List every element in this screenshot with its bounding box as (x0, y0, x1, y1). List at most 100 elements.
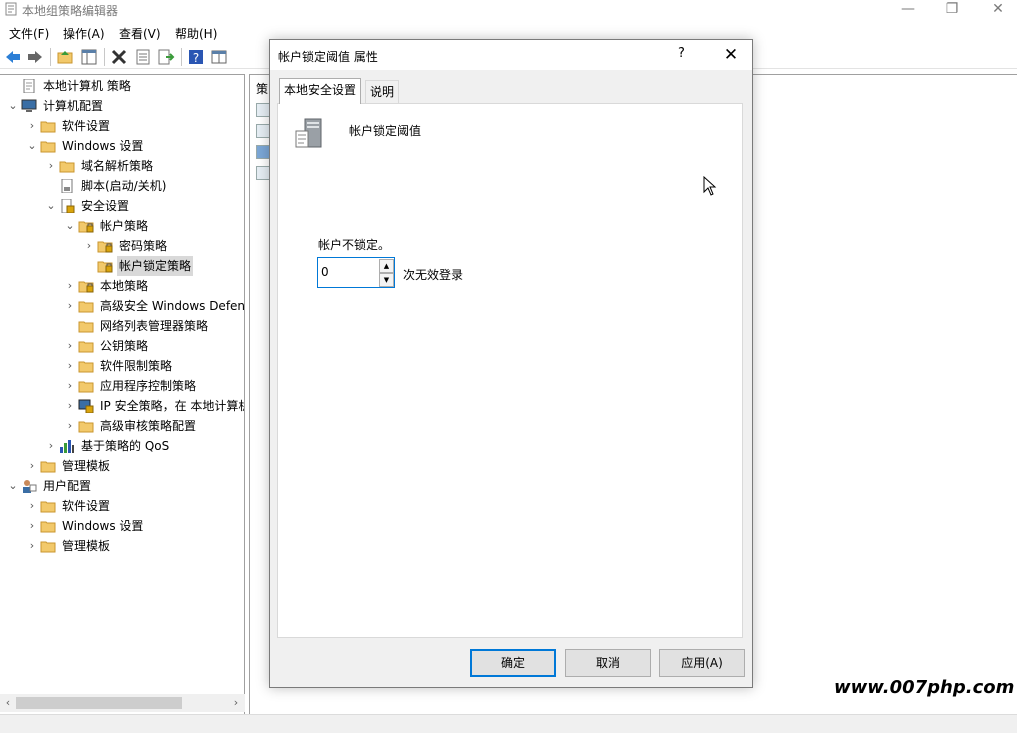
menu-help[interactable]: 帮助(H) (175, 25, 217, 42)
tree-item[interactable]: › 管理模板 (26, 536, 244, 556)
properties-icon[interactable] (134, 48, 152, 66)
tree-item[interactable]: › 密码策略 (83, 236, 244, 256)
scroll-right-arrow-icon[interactable]: › (229, 695, 243, 711)
tree-item-label: 软件设置 (62, 499, 111, 513)
tree-item[interactable]: › 高级审核策略配置 (64, 416, 244, 436)
ip-security-icon (78, 399, 94, 414)
menu-file[interactable]: 文件(F) (9, 25, 49, 42)
collapse-chevron-icon[interactable]: ⌄ (45, 196, 57, 216)
help-icon[interactable]: ? (187, 48, 205, 66)
tree-item[interactable]: › 本地策略 (64, 276, 244, 296)
tree-item-label: 域名解析策略 (81, 159, 154, 173)
expand-chevron-icon[interactable]: › (64, 376, 76, 396)
tree-item[interactable]: ⌄ Windows 设置 (26, 136, 244, 156)
expand-chevron-icon[interactable]: › (45, 156, 57, 176)
expand-chevron-icon[interactable]: › (26, 496, 38, 516)
tree-item[interactable]: › 软件设置 (26, 116, 244, 136)
apply-button[interactable]: 应用(A) (659, 649, 745, 677)
threshold-spinbox[interactable]: ▲ ▼ (317, 257, 395, 288)
show-hide-tree-icon[interactable] (80, 48, 98, 66)
tree-item[interactable]: 脚本(启动/关机) (45, 176, 244, 196)
help-button[interactable]: ? (678, 46, 685, 61)
policy-item-icon[interactable] (256, 145, 270, 159)
spin-down-icon[interactable]: ▼ (379, 273, 394, 287)
spin-up-icon[interactable]: ▲ (379, 259, 394, 273)
scroll-left-arrow-icon[interactable]: ‹ (1, 695, 15, 711)
tree-item-label: 帐户策略 (100, 219, 149, 233)
threshold-input[interactable] (321, 263, 376, 281)
expand-chevron-icon[interactable]: › (26, 536, 38, 556)
tree-item-label: 高级审核策略配置 (100, 419, 197, 433)
tree-item[interactable]: › 高级安全 Windows Defen (64, 296, 244, 316)
folder-icon (40, 459, 56, 473)
collapse-chevron-icon[interactable]: ⌄ (7, 476, 19, 496)
expand-chevron-icon[interactable]: › (26, 116, 38, 136)
tree-item[interactable]: › 应用程序控制策略 (64, 376, 244, 396)
restore-button[interactable]: ❐ (929, 0, 975, 20)
tab-local-security-setting[interactable]: 本地安全设置 (279, 78, 362, 104)
tree-item[interactable]: ⌄ 计算机配置 (7, 96, 244, 116)
delete-icon[interactable] (110, 48, 128, 66)
close-window-button[interactable]: ✕ (975, 0, 1017, 20)
expand-chevron-icon[interactable]: › (64, 416, 76, 436)
policy-item-icon[interactable] (256, 103, 270, 117)
close-dialog-button[interactable]: ✕ (716, 43, 746, 67)
policy-column-header[interactable]: 策 (256, 80, 268, 97)
tree-item-label: 软件限制策略 (100, 359, 173, 373)
expand-chevron-icon[interactable]: › (64, 296, 76, 316)
tree-item-label: 软件设置 (62, 119, 111, 133)
tree-item[interactable]: ⌄ 帐户策略 (64, 216, 244, 236)
tree-item[interactable]: 帐户锁定策略 (83, 256, 244, 276)
tree-item[interactable]: › 域名解析策略 (45, 156, 244, 176)
navigation-tree: 本地计算机 策略 ⌄ 计算机配置 › 软件设置 ⌄ Windows 设置 › 域名解析策略 脚本(… (0, 74, 245, 714)
expand-chevron-icon[interactable]: › (83, 236, 95, 256)
tree-item[interactable]: ⌄ 用户配置 (7, 476, 244, 496)
tree-item[interactable]: ⌄ 安全设置 (45, 196, 244, 216)
tree-item[interactable]: › Windows 设置 (26, 516, 244, 536)
expand-chevron-icon[interactable]: › (64, 336, 76, 356)
tree-item[interactable]: 网络列表管理器策略 (64, 316, 244, 336)
forward-arrow-icon[interactable] (26, 48, 44, 66)
tree-item[interactable]: 本地计算机 策略 (7, 76, 244, 96)
tree-item-label: IP 安全策略，在 本地计算机 (100, 399, 245, 413)
tree-item[interactable]: › 管理模板 (26, 456, 244, 476)
status-bar (0, 714, 1017, 733)
minimize-button[interactable]: — (885, 0, 931, 20)
tree-item[interactable]: › 公钥策略 (64, 336, 244, 356)
expand-chevron-icon[interactable]: › (26, 516, 38, 536)
policy-editor-icon (5, 2, 17, 16)
lockout-status-label: 帐户不锁定。 (318, 238, 391, 252)
up-folder-icon[interactable] (56, 48, 74, 66)
policy-item-icon[interactable] (256, 166, 270, 180)
expand-chevron-icon[interactable]: › (64, 396, 76, 416)
tree-item[interactable]: › 软件限制策略 (64, 356, 244, 376)
scrollbar-thumb[interactable] (16, 697, 182, 709)
tree-item[interactable]: › 基于策略的 QoS (45, 436, 244, 456)
back-arrow-icon[interactable] (4, 48, 22, 66)
expand-chevron-icon[interactable]: › (64, 276, 76, 296)
collapse-chevron-icon[interactable]: ⌄ (26, 136, 38, 156)
tree-item[interactable]: › 软件设置 (26, 496, 244, 516)
cancel-button[interactable]: 取消 (565, 649, 651, 677)
expand-chevron-icon[interactable]: › (64, 356, 76, 376)
security-icon (59, 198, 75, 214)
menu-view[interactable]: 查看(V) (119, 25, 161, 42)
tree-horizontal-scrollbar[interactable]: ‹ › (0, 694, 245, 712)
menu-action[interactable]: 操作(A) (63, 25, 105, 42)
invalid-logon-unit-label: 次无效登录 (403, 268, 464, 282)
view-pane-icon[interactable] (210, 48, 228, 66)
ok-button[interactable]: 确定 (470, 649, 556, 677)
tab-explain[interactable]: 说明 (365, 80, 400, 104)
tree-item[interactable]: › IP 安全策略，在 本地计算机 (64, 396, 245, 416)
policy-item-icon[interactable] (256, 124, 270, 138)
collapse-chevron-icon[interactable]: ⌄ (7, 96, 19, 116)
export-list-icon[interactable] (157, 48, 175, 66)
no-chevron (83, 256, 95, 276)
collapse-chevron-icon[interactable]: ⌄ (64, 216, 76, 236)
folder-icon (78, 359, 94, 373)
expand-chevron-icon[interactable]: › (45, 436, 57, 456)
folder-icon (59, 159, 75, 173)
expand-chevron-icon[interactable]: › (26, 456, 38, 476)
folder-icon (78, 379, 94, 393)
no-chevron (64, 316, 76, 336)
